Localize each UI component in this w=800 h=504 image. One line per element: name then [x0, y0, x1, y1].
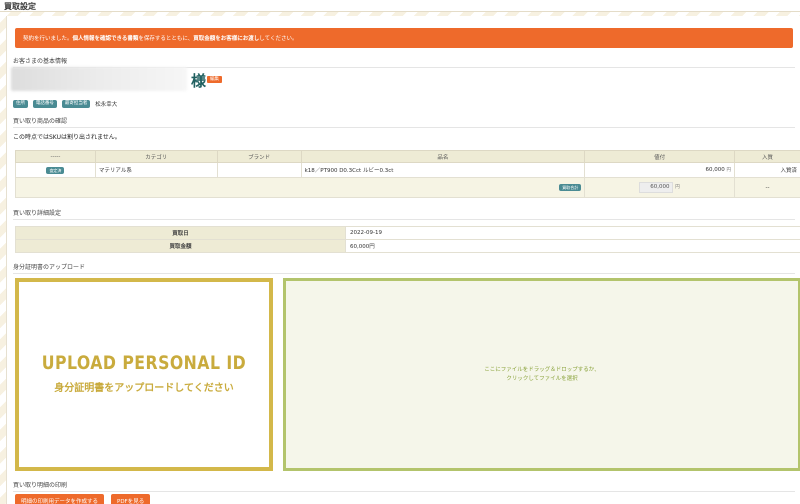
- row-price-unit: 円: [726, 168, 732, 173]
- row-brand: [216, 162, 302, 178]
- details-section-title: 買い取り詳細設定: [13, 208, 795, 220]
- upload-id-title: UPLOAD PERSONAL ID: [41, 352, 247, 374]
- details-table: 買取日 2022-09-19 買取金額 60,000円: [15, 226, 800, 253]
- tag-address[interactable]: 住所: [13, 100, 28, 108]
- sku-notice: この時点ではSKUは割り出されません。: [13, 134, 121, 141]
- detail-row: 買取金額 60,000円: [15, 239, 800, 253]
- total-amount: 60,000: [639, 182, 674, 193]
- table-row: 査定済 マテリアル系 k18／PT900 D0.3Cct ルビー0.3ct 60…: [15, 162, 800, 178]
- col-name: 品名: [300, 150, 586, 163]
- detail-row: 買取日 2022-09-19: [15, 226, 800, 240]
- items-footer-row: 買取合計 60,000 円 --: [14, 177, 800, 198]
- print-section-title: 買い取り明細の印刷: [13, 480, 795, 492]
- purchase-amount-value: 60,000円: [345, 239, 800, 253]
- window-title: 買取設定: [4, 2, 36, 11]
- upload-id-subtitle: 身分証明書をアップロードしてください: [54, 383, 234, 394]
- purchase-date-label: 買取日: [15, 226, 346, 240]
- items-section-title: 買い取り商品の確認: [13, 116, 795, 128]
- row-price-cell: 60,000 円: [584, 162, 736, 178]
- purchase-date-value: 2022-09-19: [345, 226, 800, 240]
- row-name: k18／PT900 D0.3Cct ルビー0.3ct: [300, 162, 586, 178]
- upload-section-title: 身分証明書のアップロード: [13, 262, 795, 274]
- id-upload-placeholder[interactable]: UPLOAD PERSONAL ID 身分証明書をアップロードしてください: [15, 278, 273, 471]
- tag-phone[interactable]: 電話番号: [32, 100, 57, 108]
- dropzone-message: ここにファイルをドラッグ＆ドロップするか、 クリックしてファイルを選択: [286, 366, 798, 384]
- col-brand: ブランド: [216, 150, 302, 163]
- alert-text-bold2: 買取金額をお客様にお渡し: [193, 36, 260, 42]
- col-status: 入質: [734, 150, 800, 163]
- appraised-badge[interactable]: 査定済: [46, 166, 65, 174]
- contract-alert: 契約を行いました。個人情報を確認できる書類を保存するとともに、買取金額をお客様に…: [15, 28, 793, 48]
- customer-tags: 住所 電話番号 最寄担当者 松永幸大: [13, 100, 117, 108]
- edit-customer-button[interactable]: 編集: [207, 76, 222, 83]
- dropzone-line1: ここにファイルをドラッグ＆ドロップするか、: [484, 367, 600, 373]
- row-status: 入質済: [734, 162, 800, 178]
- alert-text-bold1: 個人情報を確認できる書類: [72, 36, 139, 42]
- window-titlebar: 買取設定: [0, 0, 800, 12]
- footer-status: --: [734, 177, 800, 198]
- items-table: ----- カテゴリ ブランド 品名 値付 入質 査定済 マテリアル系 k18／…: [14, 150, 800, 198]
- purchase-amount-label: 買取金額: [15, 239, 346, 253]
- main-panel: 契約を行いました。個人情報を確認できる書類を保存するとともに、買取金額をお客様に…: [6, 16, 800, 504]
- col-category: カテゴリ: [94, 150, 218, 163]
- alert-text-mid: を保存するとともに、: [138, 36, 194, 42]
- staff-name: 松永幸大: [95, 102, 118, 108]
- tag-staff[interactable]: 最寄担当者: [61, 100, 91, 108]
- col-select: -----: [15, 150, 96, 163]
- alert-text-pre: 契約を行いました。: [23, 36, 73, 42]
- items-header-row: ----- カテゴリ ブランド 品名 値付 入質: [15, 150, 800, 163]
- col-price: 値付: [584, 150, 736, 163]
- total-badge: 買取合計: [559, 184, 582, 191]
- footer-badge-cell: 買取合計: [14, 177, 586, 198]
- row-price: 60,000: [705, 167, 725, 173]
- footer-total-cell: 60,000 円: [584, 177, 736, 198]
- create-print-data-button[interactable]: 明細の印刷用データを作成する: [15, 494, 105, 504]
- customer-honorific: 様: [191, 72, 207, 90]
- view-pdf-button[interactable]: PDFを見る: [111, 494, 151, 504]
- dropzone-line2: クリックしてファイルを選択: [506, 376, 578, 382]
- customer-name-redacted: [11, 67, 187, 91]
- file-dropzone[interactable]: ここにファイルをドラッグ＆ドロップするか、 クリックしてファイルを選択: [283, 278, 800, 471]
- row-category: マテリアル系: [94, 162, 218, 178]
- alert-text-post: してください。: [259, 36, 298, 42]
- row-badge-cell: 査定済: [15, 162, 96, 178]
- total-unit: 円: [675, 185, 680, 190]
